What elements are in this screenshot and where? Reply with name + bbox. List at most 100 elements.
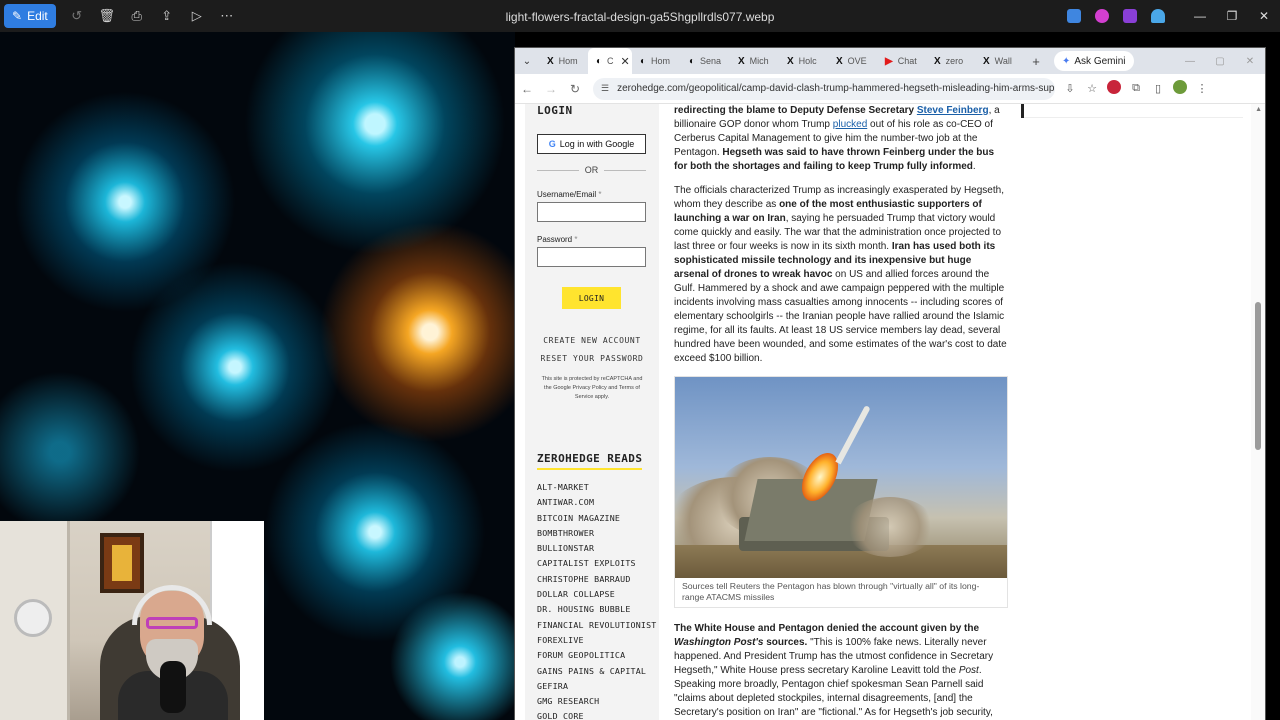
reads-link[interactable]: GEFIRA <box>537 681 657 696</box>
app-icon[interactable] <box>1067 9 1081 23</box>
reads-link[interactable]: BOMBTHROWER <box>537 528 657 543</box>
new-tab-icon[interactable]: + <box>1024 54 1048 69</box>
webcam-overlay <box>0 521 264 720</box>
article-figure: Sources tell Reuters the Pentagon has bl… <box>674 376 1008 608</box>
article-body: redirecting the blame to Deputy Defense … <box>674 104 1008 720</box>
microphone <box>160 661 186 713</box>
username-label: Username/Email * <box>537 190 602 199</box>
username-input[interactable] <box>537 202 646 222</box>
reads-link[interactable]: CHRISTOPHE BARRAUD <box>537 574 657 589</box>
extensions-puzzle-icon[interactable]: ⧉ <box>1125 82 1147 95</box>
install-app-icon[interactable]: ⇩ <box>1059 82 1081 95</box>
password-label: Password * <box>537 235 578 244</box>
browser-minimize-icon[interactable]: — <box>1175 56 1205 67</box>
reads-link[interactable]: FOREXLIVE <box>537 635 657 650</box>
share-icon[interactable]: ⇪ <box>152 4 182 28</box>
password-input[interactable] <box>537 247 646 267</box>
create-account-link[interactable]: CREATE NEW ACCOUNT <box>525 336 659 345</box>
rotate-icon[interactable]: ↺ <box>62 4 92 28</box>
figure-caption: Sources tell Reuters the Pentagon has bl… <box>682 581 980 602</box>
tab-search-icon[interactable]: ⌄ <box>515 56 539 67</box>
tab-home-x[interactable]: X Hom <box>539 48 588 74</box>
delete-icon[interactable]: 🗑 <box>92 4 122 28</box>
reads-link[interactable]: FINANCIAL REVOLUTIONIST <box>537 620 657 635</box>
bookmark-star-icon[interactable]: ☆ <box>1081 82 1103 95</box>
reads-link[interactable]: DR. HOUSING BUBBLE <box>537 604 657 619</box>
plucked-link[interactable]: plucked <box>833 119 867 130</box>
tab-senate[interactable]: ◐ Sena <box>681 48 730 74</box>
tab-chat[interactable]: ▶ Chat <box>877 48 926 74</box>
edit-button[interactable]: ✎ Edit <box>4 4 56 28</box>
google-login-button[interactable]: G Log in with Google <box>537 134 646 154</box>
more-icon[interactable]: ⋯ <box>212 4 242 28</box>
menu-icon[interactable]: ⋮ <box>1191 82 1213 95</box>
fan <box>14 599 52 637</box>
reads-link[interactable]: BITCOIN MAGAZINE <box>537 513 657 528</box>
reload-icon[interactable]: ↻ <box>563 82 587 96</box>
login-button[interactable]: LOGIN <box>562 287 621 309</box>
back-icon[interactable]: ← <box>515 82 539 96</box>
tab-label: zero <box>945 56 964 66</box>
reads-link[interactable]: ANTIWAR.COM <box>537 497 657 512</box>
ask-gemini-button[interactable]: ✦ Ask Gemini <box>1054 51 1134 71</box>
copilot-icon[interactable] <box>1095 9 1109 23</box>
tab-active-article[interactable]: ◐ C ✕ <box>588 48 632 74</box>
photo-viewer-toolbar: ✎ Edit ↺ 🗑 ⎙ ⇪ ▷ ⋯ light-flowers-fractal… <box>0 0 1280 32</box>
forward-icon[interactable]: → <box>539 82 563 96</box>
zerohedge-icon: ◐ <box>640 55 647 67</box>
reads-link[interactable]: FORUM GEOPOLITICA <box>537 650 657 665</box>
edit-label: Edit <box>27 9 48 23</box>
minimize-icon[interactable]: — <box>1184 0 1216 32</box>
url-text: zerohedge.com/geopolitical/camp-david-cl… <box>617 83 1055 94</box>
zerohedge-icon: ◐ <box>596 55 603 67</box>
wall-painting <box>100 533 144 593</box>
zerohedge-reads-panel: ZEROHEDGE READS ALT-MARKET ANTIWAR.COM B… <box>525 432 659 720</box>
reads-link[interactable]: CAPITALIST EXPLOITS <box>537 558 657 573</box>
reads-link[interactable]: ALT-MARKET <box>537 482 657 497</box>
onedrive-icon[interactable] <box>1151 9 1165 23</box>
reads-link[interactable]: GMG RESEARCH <box>537 696 657 711</box>
tab-label: Wall <box>994 56 1012 66</box>
youtube-icon: ▶ <box>885 55 893 67</box>
zerohedge-icon: ◐ <box>689 55 696 67</box>
tab-wall[interactable]: X Wall <box>975 48 1024 74</box>
reads-link[interactable]: GOLD CORE <box>537 711 657 720</box>
extension-shield-icon[interactable] <box>1103 80 1125 97</box>
tab-close-icon[interactable]: ✕ <box>621 55 630 68</box>
reads-link[interactable]: DOLLAR COLLAPSE <box>537 589 657 604</box>
site-info-icon[interactable]: ☰ <box>601 83 609 94</box>
url-field[interactable]: ☰ zerohedge.com/geopolitical/camp-david-… <box>593 77 1055 100</box>
web-page: LOGIN G Log in with Google OR Username/E… <box>515 104 1265 720</box>
address-bar: ← → ↻ ☰ zerohedge.com/geopolitical/camp-… <box>515 74 1265 104</box>
tab-holc[interactable]: X Holc <box>779 48 828 74</box>
google-icon: G <box>548 139 556 149</box>
reads-link[interactable]: BULLIONSTAR <box>537 543 657 558</box>
page-scrollbar[interactable]: ▲ <box>1251 104 1265 720</box>
slideshow-icon[interactable]: ▷ <box>182 4 212 28</box>
x-icon: X <box>934 55 941 67</box>
reset-password-link[interactable]: RESET YOUR PASSWORD <box>525 354 659 363</box>
gemini-label: Ask Gemini <box>1074 55 1126 67</box>
tab-ove[interactable]: X OVE <box>828 48 877 74</box>
article-paragraph: The officials characterized Trump as inc… <box>674 185 1007 364</box>
reads-link[interactable]: GAINS PAINS & CAPITAL <box>537 666 657 681</box>
tab-zerohedge-home[interactable]: ◐ Hom <box>632 48 681 74</box>
x-icon: X <box>787 55 794 67</box>
print-icon[interactable]: ⎙ <box>122 4 152 28</box>
scrollbar-thumb[interactable] <box>1255 302 1261 450</box>
x-icon: X <box>738 55 745 67</box>
steve-feinberg-link[interactable]: Steve Feinberg <box>917 105 989 116</box>
profile-avatar[interactable] <box>1169 80 1191 97</box>
clipchamp-icon[interactable] <box>1123 9 1137 23</box>
tab-label: C <box>607 56 614 66</box>
browser-maximize-icon[interactable]: ▢ <box>1205 56 1235 67</box>
x-icon: X <box>836 55 843 67</box>
tab-zero[interactable]: Xzero <box>926 48 975 74</box>
close-icon[interactable]: ✕ <box>1248 0 1280 32</box>
browser-close-icon[interactable]: ✕ <box>1235 56 1265 67</box>
or-divider: OR <box>537 165 646 175</box>
bookmarks-icon[interactable]: ▯ <box>1147 82 1169 95</box>
scroll-up-icon[interactable]: ▲ <box>1255 106 1262 113</box>
maximize-icon[interactable]: ❐ <box>1216 0 1248 32</box>
tab-mich[interactable]: X Mich <box>730 48 779 74</box>
